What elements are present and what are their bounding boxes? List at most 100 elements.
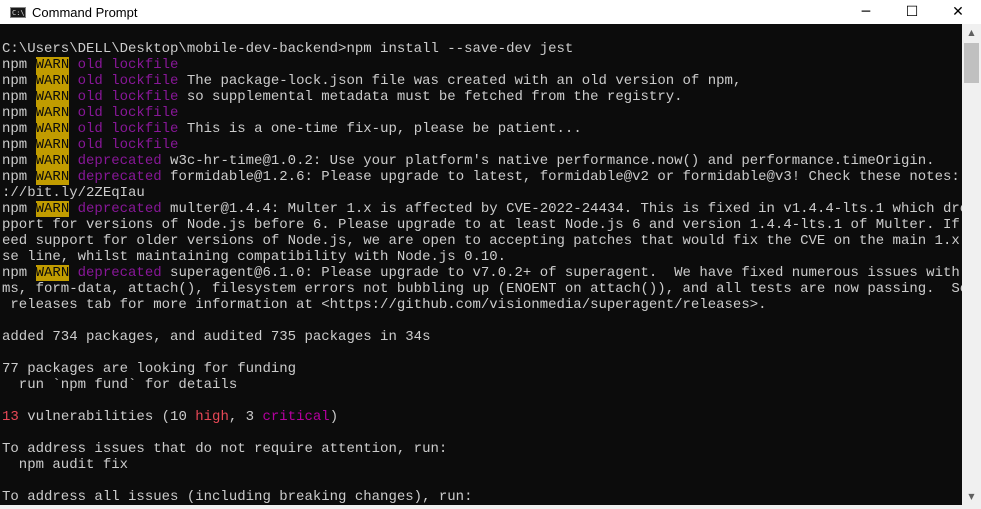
- terminal-text: npm: [2, 73, 36, 89]
- terminal-line: npm WARN old lockfile: [2, 57, 962, 73]
- terminal-lines: C:\Users\DELL\Desktop\mobile-dev-backend…: [2, 41, 962, 505]
- terminal-text: added 734 packages, and audited 735 pack…: [2, 329, 431, 345]
- terminal-line: added 734 packages, and audited 735 pack…: [2, 329, 962, 345]
- terminal-line: npm WARN deprecated superagent@6.1.0: Pl…: [2, 265, 962, 281]
- terminal-line: npm WARN old lockfile: [2, 137, 962, 153]
- terminal-line: ://bit.ly/2ZEqIau: [2, 185, 962, 201]
- terminal-text: critical: [262, 409, 330, 425]
- terminal-text: deprecated: [77, 153, 162, 169]
- terminal-line: ms, form-data, attach(), filesystem erro…: [2, 281, 962, 297]
- window-title: Command Prompt: [32, 4, 138, 20]
- terminal-line: npm WARN deprecated formidable@1.2.6: Pl…: [2, 169, 962, 185]
- terminal-line: C:\Users\DELL\Desktop\mobile-dev-backend…: [2, 41, 962, 57]
- terminal-line: To address all issues (including breakin…: [2, 489, 962, 505]
- terminal-text: releases tab for more information at <ht…: [2, 297, 767, 313]
- terminal-text: npm: [2, 105, 36, 121]
- terminal-text: npm: [2, 265, 36, 281]
- warn-badge: WARN: [35, 105, 70, 121]
- terminal-text: npm: [2, 169, 36, 185]
- terminal-line: To address issues that do not require at…: [2, 441, 962, 457]
- warn-badge: WARN: [35, 153, 70, 169]
- terminal-text: npm: [2, 137, 36, 153]
- terminal-text: , 3: [228, 409, 263, 425]
- window-bottom-edge: [0, 505, 981, 509]
- terminal-text: To address issues that do not require at…: [2, 441, 448, 457]
- terminal-text: npm: [2, 89, 36, 105]
- terminal-text: se line, whilst maintaining compatibilit…: [2, 249, 507, 265]
- terminal-line: npm audit fix: [2, 457, 962, 473]
- terminal-text: npm: [2, 121, 36, 137]
- terminal-text: w3c-hr-time@1.0.2: Use your platform's n…: [161, 153, 935, 169]
- cmd-icon: C:\: [10, 6, 26, 18]
- terminal-text: To address all issues (including breakin…: [2, 489, 473, 505]
- terminal-line: 77 packages are looking for funding: [2, 361, 962, 377]
- terminal-text: npm: [2, 57, 36, 73]
- terminal-output[interactable]: C:\Users\DELL\Desktop\mobile-dev-backend…: [0, 24, 962, 505]
- terminal-text: deprecated: [77, 265, 162, 281]
- minimize-button[interactable]: ─: [843, 0, 889, 24]
- terminal-text: deprecated: [77, 169, 162, 185]
- terminal-text: high: [195, 409, 229, 425]
- terminal-line: run `npm fund` for details: [2, 377, 962, 393]
- terminal-text: formidable@1.2.6: Please upgrade to late…: [161, 169, 962, 185]
- terminal-text: old lockfile: [77, 137, 179, 153]
- maximize-button[interactable]: ☐: [889, 0, 935, 24]
- warn-badge: WARN: [35, 169, 70, 185]
- terminal-line: npm WARN old lockfile so supplemental me…: [2, 89, 962, 105]
- vertical-scrollbar[interactable]: ▲ ▼: [962, 24, 981, 505]
- terminal-text: old lockfile: [77, 57, 179, 73]
- close-button[interactable]: ✕: [935, 0, 981, 24]
- terminal-text: old lockfile: [77, 89, 179, 105]
- terminal-text: ms, form-data, attach(), filesystem erro…: [2, 281, 962, 297]
- terminal-text: 77 packages are looking for funding: [2, 361, 297, 377]
- warn-badge: WARN: [35, 201, 70, 217]
- terminal-text: eed support for older versions of Node.j…: [2, 233, 962, 249]
- warn-badge: WARN: [35, 265, 70, 281]
- terminal-text: ): [329, 409, 339, 425]
- terminal-text: multer@1.4.4: Multer 1.x is affected by …: [161, 201, 962, 217]
- scroll-up-icon[interactable]: ▲: [962, 24, 981, 41]
- terminal-line: npm WARN old lockfile: [2, 105, 962, 121]
- title-bar: C:\ Command Prompt ─ ☐ ✕: [0, 0, 981, 24]
- terminal-line: npm WARN old lockfile The package-lock.j…: [2, 73, 962, 89]
- terminal-text: old lockfile: [77, 73, 179, 89]
- terminal-text: superagent@6.1.0: Please upgrade to v7.0…: [161, 265, 962, 281]
- terminal-text: C:\Users\DELL\Desktop\mobile-dev-backend…: [2, 41, 574, 57]
- terminal-text: deprecated: [77, 201, 162, 217]
- terminal-text: ://bit.ly/2ZEqIau: [2, 185, 145, 201]
- scroll-down-icon[interactable]: ▼: [962, 488, 981, 505]
- terminal-line: se line, whilst maintaining compatibilit…: [2, 249, 962, 265]
- scrollbar-thumb[interactable]: [964, 43, 979, 83]
- terminal-line: 13 vulnerabilities (10 high, 3 critical): [2, 409, 962, 425]
- terminal-line: npm WARN deprecated w3c-hr-time@1.0.2: U…: [2, 153, 962, 169]
- terminal-line: npm WARN old lockfile This is a one-time…: [2, 121, 962, 137]
- terminal-line: eed support for older versions of Node.j…: [2, 233, 962, 249]
- terminal-text: vulnerabilities (10: [18, 409, 196, 425]
- terminal-text: 13: [2, 409, 19, 425]
- warn-badge: WARN: [35, 89, 70, 105]
- warn-badge: WARN: [35, 73, 70, 89]
- warn-badge: WARN: [35, 57, 70, 73]
- terminal-line: npm WARN deprecated multer@1.4.4: Multer…: [2, 201, 962, 217]
- terminal-text: so supplemental metadata must be fetched…: [178, 89, 683, 105]
- terminal-text: The package-lock.json file was created w…: [178, 73, 742, 89]
- warn-badge: WARN: [35, 137, 70, 153]
- terminal-text: old lockfile: [77, 105, 179, 121]
- terminal-text: npm: [2, 201, 36, 217]
- terminal-line: releases tab for more information at <ht…: [2, 297, 962, 313]
